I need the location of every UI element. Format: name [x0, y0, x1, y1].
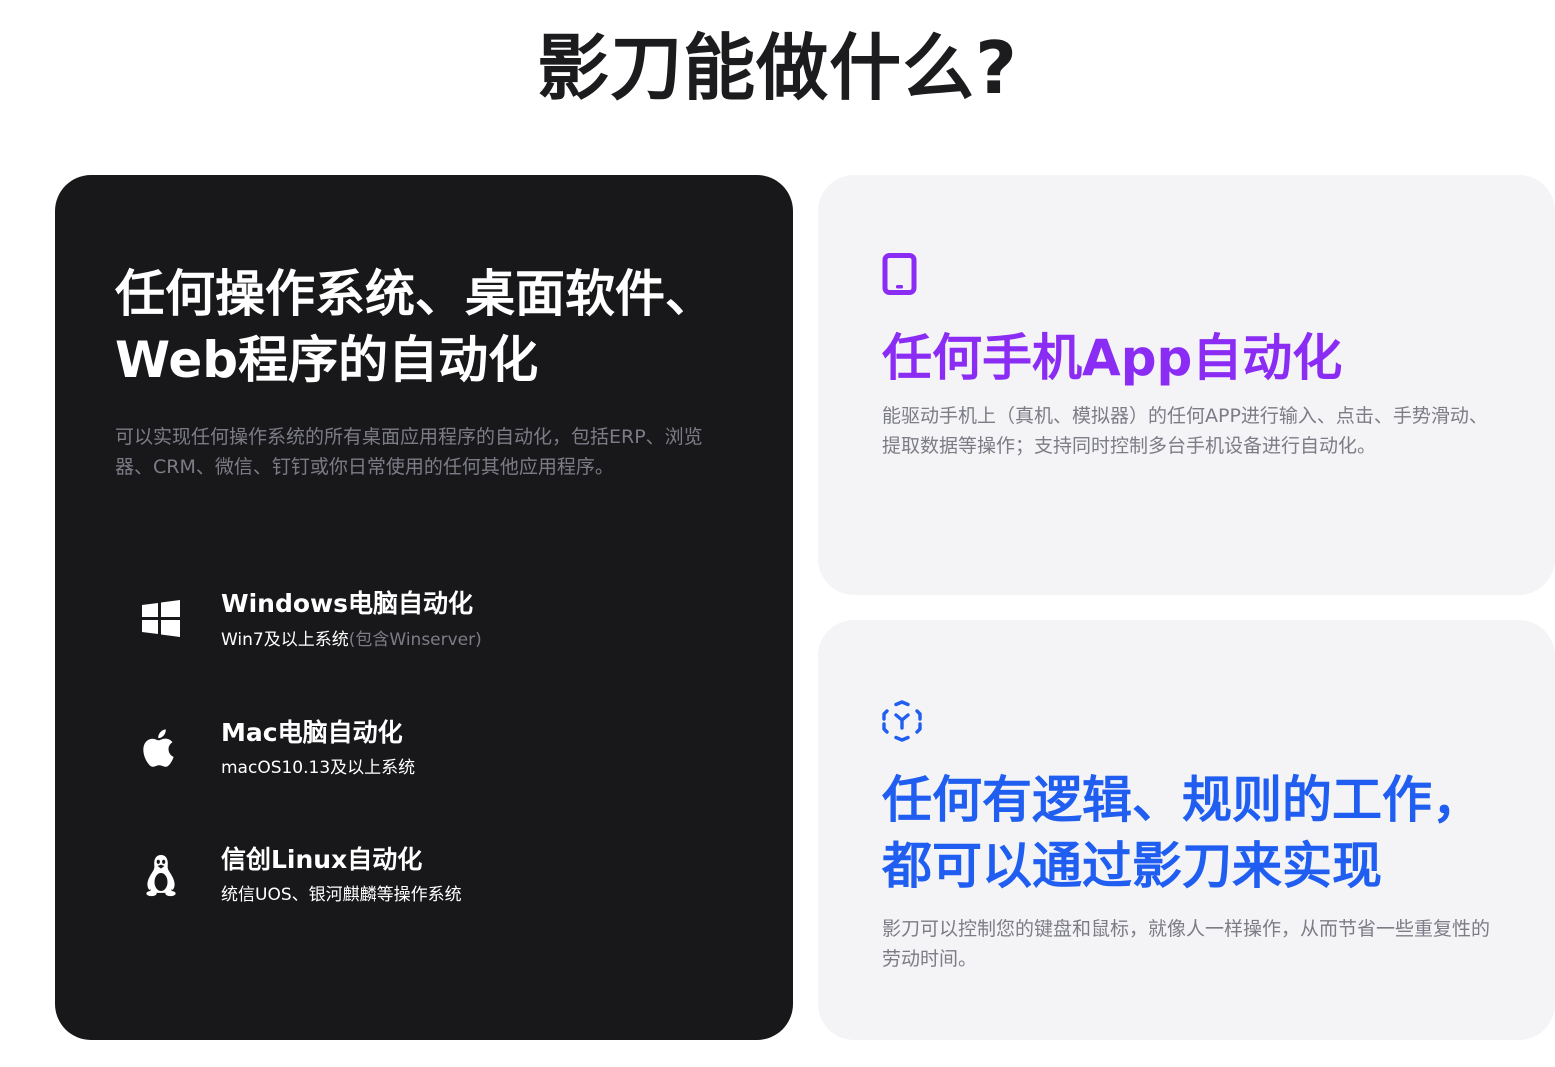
os-item-title: Windows电脑自动化 [221, 589, 473, 618]
logic-card-title-line1: 任何有逻辑、规则的工作， [882, 771, 1482, 829]
logic-card-title: 任何有逻辑、规则的工作， 都可以通过影刀来实现 [882, 767, 1522, 899]
desktop-card-description: 可以实现任何操作系统的所有桌面应用程序的自动化，包括ERP、浏览器、CRM、微信… [115, 426, 703, 478]
desktop-card-title-line1: 任何操作系统、桌面软件、 [115, 265, 715, 323]
mobile-automation-card: 任何手机App自动化 能驱动手机上（真机、模拟器）的任何APP进行输入、点击、手… [818, 175, 1555, 595]
logic-automation-card: 任何有逻辑、规则的工作， 都可以通过影刀来实现 影刀可以控制您的键盘和鼠标，就像… [818, 620, 1555, 1040]
tablet-icon [882, 253, 922, 297]
os-item-subtitle: macOS10.13及以上系统 [221, 758, 416, 778]
logic-card-title-line2: 都可以通过影刀来实现 [882, 837, 1382, 895]
scan-frame-icon [882, 700, 922, 744]
os-item-linux: 信创Linux自动化 统信UOS、银河麒麟等操作系统 [139, 843, 699, 913]
mobile-card-title: 任何手机App自动化 [882, 329, 1343, 387]
os-item-subtitle-note: (包含Winserver) [348, 630, 482, 650]
os-item-title: 信创Linux自动化 [221, 845, 423, 874]
desktop-card-title-line2: Web程序的自动化 [115, 331, 539, 389]
os-item-subtitle-main: Win7及以上系统 [221, 630, 349, 650]
os-item-windows: Windows电脑自动化 Win7及以上系统(包含Winserver) [139, 587, 699, 657]
mobile-card-description: 能驱动手机上（真机、模拟器）的任何APP进行输入、点击、手势滑动、提取数据等操作… [882, 405, 1488, 457]
windows-icon [139, 597, 183, 641]
linux-icon [139, 853, 183, 897]
os-item-subtitle: 统信UOS、银河麒麟等操作系统 [221, 885, 462, 905]
page-title: 影刀能做什么? [537, 26, 1018, 110]
os-item-mac: Mac电脑自动化 macOS10.13及以上系统 [139, 716, 699, 786]
desktop-automation-card: 任何操作系统、桌面软件、 Web程序的自动化 可以实现任何操作系统的所有桌面应用… [55, 175, 793, 1040]
os-item-title: Mac电脑自动化 [221, 718, 403, 747]
os-item-subtitle: Win7及以上系统(包含Winserver) [221, 628, 482, 652]
desktop-card-title: 任何操作系统、桌面软件、 Web程序的自动化 [115, 261, 755, 393]
logic-card-description: 影刀可以控制您的键盘和鼠标，就像人一样操作，从而节省一些重复性的劳动时间。 [882, 918, 1491, 970]
apple-icon [139, 726, 183, 770]
